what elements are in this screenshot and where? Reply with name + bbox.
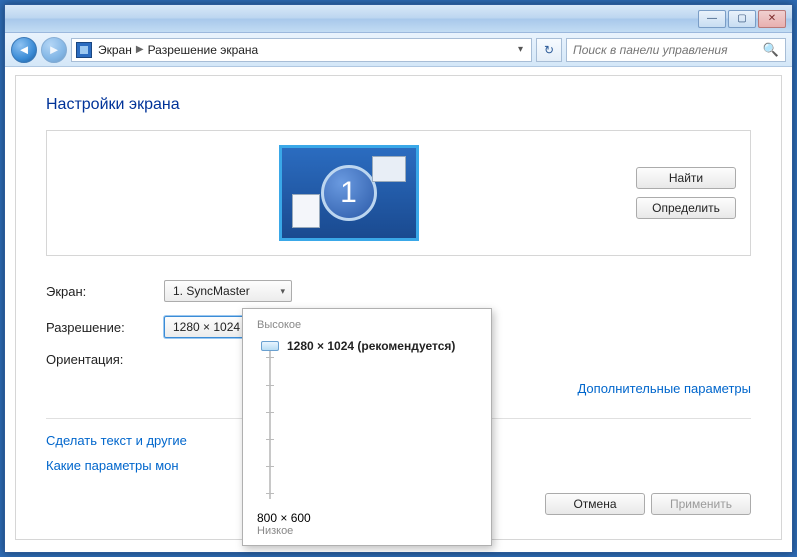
monitor-preview-frame: 1 Найти Определить (46, 130, 751, 256)
breadcrumb-item[interactable]: Разрешение экрана (148, 43, 259, 57)
search-input[interactable] (573, 43, 763, 57)
search-box[interactable]: 🔍 (566, 38, 786, 62)
screen-combo[interactable]: 1. SyncMaster (164, 280, 292, 302)
screen-label: Экран: (46, 284, 164, 299)
close-button[interactable]: ✕ (758, 10, 786, 28)
address-bar[interactable]: Экран ▶ Разрешение экрана ▾ (71, 38, 532, 62)
control-panel-window: — ▢ ✕ ◄ ► Экран ▶ Разрешение экрана ▾ ↻ … (4, 4, 793, 553)
titlebar: — ▢ ✕ (5, 5, 792, 33)
orientation-label: Ориентация: (46, 352, 164, 367)
breadcrumb-item[interactable]: Экран (98, 43, 132, 57)
find-button[interactable]: Найти (636, 167, 736, 189)
monitor-number-badge: 1 (321, 165, 377, 221)
footer-buttons: Отмена Применить (545, 493, 751, 515)
navbar: ◄ ► Экран ▶ Разрешение экрана ▾ ↻ 🔍 (5, 33, 792, 67)
slider-thumb[interactable] (261, 341, 279, 351)
refresh-button[interactable]: ↻ (536, 38, 562, 62)
window-icon (372, 156, 406, 182)
chevron-right-icon: ▶ (136, 44, 144, 55)
text-size-link[interactable]: Сделать текст и другие (46, 433, 187, 448)
monitor-params-link[interactable]: Какие параметры мон (46, 458, 179, 473)
slider-high-label: Высокое (257, 319, 477, 331)
advanced-settings-link[interactable]: Дополнительные параметры (577, 381, 751, 396)
resolution-slider[interactable] (263, 337, 277, 507)
search-icon[interactable]: 🔍 (763, 42, 779, 58)
forward-button[interactable]: ► (41, 37, 67, 63)
resolution-label: Разрешение: (46, 320, 164, 335)
detect-button[interactable]: Определить (636, 197, 736, 219)
page-title: Настройки экрана (46, 96, 751, 114)
cancel-button[interactable]: Отмена (545, 493, 645, 515)
maximize-button[interactable]: ▢ (728, 10, 756, 28)
window-icon (292, 194, 320, 228)
slider-value-low: 800 × 600 (257, 511, 477, 525)
back-button[interactable]: ◄ (11, 37, 37, 63)
apply-button[interactable]: Применить (651, 493, 751, 515)
minimize-button[interactable]: — (698, 10, 726, 28)
display-icon (76, 42, 92, 58)
monitor-thumbnail[interactable]: 1 (279, 145, 419, 241)
resolution-slider-popup: Высокое 1280 × 1024 (рекомендуется) 800 … (242, 308, 492, 546)
slider-low-label: Низкое (257, 525, 477, 537)
screen-field: Экран: 1. SyncMaster (46, 280, 751, 302)
slider-value-high: 1280 × 1024 (рекомендуется) (287, 339, 477, 353)
chevron-down-icon[interactable]: ▾ (514, 44, 527, 55)
